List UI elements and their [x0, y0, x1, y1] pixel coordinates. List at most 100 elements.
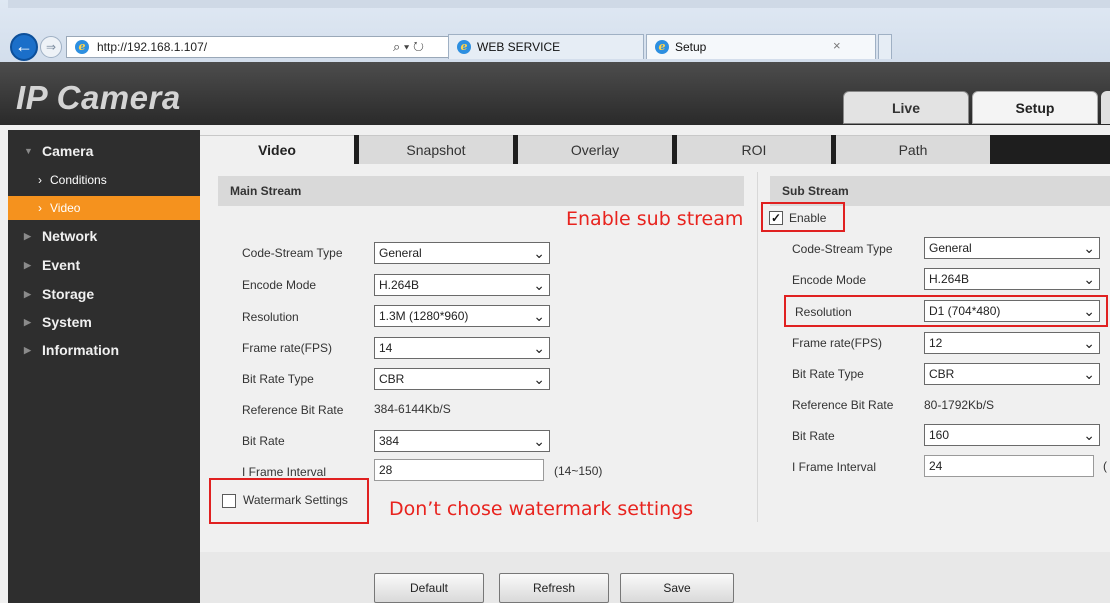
main-encode-mode-label: Encode Mode: [242, 278, 317, 292]
main-code-stream-type-select[interactable]: General ⌄: [374, 242, 550, 264]
tab-overlay[interactable]: Overlay: [518, 135, 672, 164]
sub-i-frame-interval-input[interactable]: 24: [924, 455, 1094, 477]
left-gap: [0, 125, 8, 603]
sidebar-item-label: System: [42, 314, 92, 330]
panel-divider: [757, 172, 758, 522]
triangle-right-icon: ▶: [24, 289, 31, 299]
sub-resolution-select[interactable]: D1 (704*480) ⌄: [924, 300, 1100, 322]
main-code-stream-type-label: Code-Stream Type: [242, 246, 343, 260]
browser-tab-label: Setup: [675, 40, 707, 54]
sidebar-item-network[interactable]: ▶ Network: [8, 223, 200, 249]
triangle-down-icon: ▼: [24, 146, 33, 156]
sidebar-item-camera[interactable]: ▼ Camera: [8, 138, 200, 164]
sidebar-item-storage[interactable]: ▶ Storage: [8, 281, 200, 307]
annotation-enable-note: Enable sub stream: [566, 208, 744, 230]
chevron-down-icon: ⌄: [1083, 240, 1095, 256]
select-value: H.264B: [929, 272, 970, 286]
main-reference-bit-rate-label: Reference Bit Rate: [242, 403, 344, 417]
tab-bar-fill: [990, 135, 1110, 164]
address-bar-controls[interactable]: ⌕ ▾ ↻: [393, 39, 424, 55]
sidebar-item-event[interactable]: ▶ Event: [8, 252, 200, 278]
sub-code-stream-type-select[interactable]: General ⌄: [924, 237, 1100, 259]
annotation-watermark-note: Don’t chose watermark settings: [389, 498, 694, 520]
sub-reference-bit-rate-value: 80-1792Kb/S: [924, 398, 995, 412]
sidebar-item-label: Network: [42, 228, 98, 244]
sub-code-stream-type-label: Code-Stream Type: [792, 242, 893, 256]
save-button[interactable]: Save: [620, 573, 734, 603]
select-value: 160: [929, 428, 950, 442]
sidebar-item-label: Information: [42, 342, 119, 358]
back-arrow-icon[interactable]: ←: [10, 33, 38, 61]
chevron-down-icon: ⌄: [533, 308, 545, 324]
chevron-down-icon: ⌄: [533, 277, 545, 293]
triangle-right-icon: ▶: [24, 260, 31, 270]
main-i-frame-interval-input[interactable]: 28: [374, 459, 544, 481]
sub-frame-rate-select[interactable]: 12 ⌄: [924, 332, 1100, 354]
sub-bit-rate-type-select[interactable]: CBR ⌄: [924, 363, 1100, 385]
tab-stub[interactable]: [1101, 91, 1110, 124]
chevron-down-icon: ⌄: [533, 433, 545, 449]
main-encode-mode-select[interactable]: H.264B ⌄: [374, 274, 550, 296]
main-bit-rate-type-select[interactable]: CBR ⌄: [374, 368, 550, 390]
sub-i-frame-interval-range: (: [1103, 459, 1107, 473]
chevron-down-icon: ⌄: [1083, 335, 1095, 351]
select-value: CBR: [929, 367, 955, 381]
forward-arrow-icon[interactable]: ⇒: [40, 36, 62, 58]
watermark-label: Watermark Settings: [243, 493, 348, 507]
new-tab-button[interactable]: [878, 34, 892, 59]
select-value: 14: [379, 341, 393, 355]
tab-snapshot[interactable]: Snapshot: [359, 135, 513, 164]
sub-resolution-label: Resolution: [795, 305, 852, 319]
select-value: 12: [929, 336, 943, 350]
sidebar-item-label: Storage: [42, 286, 95, 302]
chevron-right-icon: ›: [38, 173, 42, 187]
browser-top-strip: [8, 0, 1110, 8]
select-value: 1.3M (1280*960): [379, 309, 469, 323]
browser-tab-web-service[interactable]: e WEB SERVICE: [448, 34, 644, 59]
ie-logo-icon: e: [457, 40, 471, 54]
sidebar-item-information[interactable]: ▶ Information: [8, 337, 200, 363]
main-frame-rate-label: Frame rate(FPS): [242, 341, 333, 355]
sub-bit-rate-type-label: Bit Rate Type: [792, 367, 864, 381]
main-i-frame-interval-range: (14~150): [554, 464, 603, 478]
sidebar-item-label: Video: [50, 201, 81, 215]
select-value: CBR: [379, 372, 405, 386]
browser-tab-setup[interactable]: e Setup ×: [646, 34, 876, 59]
chevron-down-icon: ⌄: [533, 245, 545, 261]
tab-path[interactable]: Path: [836, 135, 990, 164]
sidebar-item-label: Event: [42, 257, 81, 273]
triangle-right-icon: ▶: [24, 231, 31, 241]
chevron-down-icon: ⌄: [1083, 427, 1095, 443]
app-logo: IP Camera: [16, 79, 181, 116]
refresh-button[interactable]: Refresh: [499, 573, 609, 603]
main-reference-bit-rate-value: 384-6144Kb/S: [374, 402, 451, 416]
tab-roi[interactable]: ROI: [677, 135, 831, 164]
main-stream-header: Main Stream: [218, 176, 744, 206]
enable-sub-stream-checkbox[interactable]: ✓: [769, 211, 783, 225]
sidebar-item-system[interactable]: ▶ System: [8, 309, 200, 335]
sub-reference-bit-rate-label: Reference Bit Rate: [792, 398, 894, 412]
sidebar-item-conditions[interactable]: › Conditions: [8, 168, 200, 192]
tab-video[interactable]: Video: [200, 135, 354, 164]
sub-bit-rate-select[interactable]: 160 ⌄: [924, 424, 1100, 446]
watermark-checkbox[interactable]: [222, 494, 236, 508]
chevron-right-icon: ›: [38, 201, 42, 215]
main-resolution-label: Resolution: [242, 310, 299, 324]
address-url: http://192.168.1.107/: [97, 40, 208, 54]
sidebar-item-video[interactable]: › Video: [8, 196, 200, 220]
sidebar-item-label: Camera: [42, 143, 94, 159]
default-button[interactable]: Default: [374, 573, 484, 603]
close-icon[interactable]: ×: [833, 38, 841, 53]
chevron-down-icon: ⌄: [1083, 271, 1095, 287]
main-frame-rate-select[interactable]: 14 ⌄: [374, 337, 550, 359]
enable-sub-stream-label: Enable: [789, 211, 827, 225]
main-resolution-select[interactable]: 1.3M (1280*960) ⌄: [374, 305, 550, 327]
sub-bit-rate-label: Bit Rate: [792, 429, 835, 443]
main-bit-rate-select[interactable]: 384 ⌄: [374, 430, 550, 452]
tab-live[interactable]: Live: [843, 91, 969, 124]
main-bit-rate-type-label: Bit Rate Type: [242, 372, 314, 386]
sub-encode-mode-select[interactable]: H.264B ⌄: [924, 268, 1100, 290]
tab-setup[interactable]: Setup: [972, 91, 1098, 124]
sub-i-frame-interval-label: I Frame Interval: [792, 460, 877, 474]
sub-frame-rate-label: Frame rate(FPS): [792, 336, 883, 350]
